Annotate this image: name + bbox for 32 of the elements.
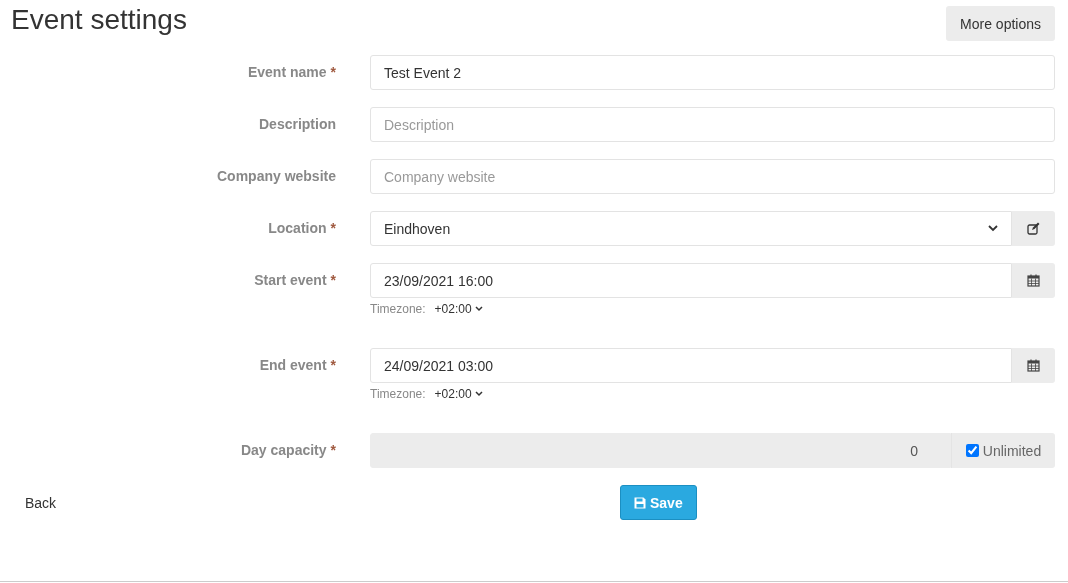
timezone-select[interactable]: +02:00 [434,302,483,316]
date-time-field[interactable]: 24/09/2021 03:00 [370,348,1012,383]
more-options-button[interactable]: More options [946,6,1055,41]
location-select[interactable]: Eindhoven [370,211,1012,246]
calendar-button[interactable] [1012,348,1055,383]
edit-icon [1027,222,1040,235]
edit-button[interactable] [1012,211,1055,246]
calendar-button[interactable] [1012,263,1055,298]
timezone-label: Timezone: [370,387,426,401]
chevron-down-icon [988,225,998,232]
text-field[interactable]: Description [370,107,1055,142]
chevron-down-icon [474,306,483,312]
field-label: Company website [216,168,336,184]
calendar-icon [1027,274,1040,287]
save-icon [634,496,646,509]
timezone-select[interactable]: +02:00 [434,387,483,401]
back-link[interactable]: Back [25,494,620,511]
field-label: Event name * [247,64,336,80]
timezone-label: Timezone: [370,302,426,316]
text-field[interactable]: Company website [370,159,1055,194]
field-label: Description [259,116,336,132]
unlimited-checkbox[interactable] [965,444,979,457]
checkbox-label: Unlimited [982,442,1042,459]
field-label: Location * [268,220,336,236]
field-label: Start event * [254,272,336,288]
calendar-icon [1027,359,1040,372]
text-field[interactable]: Test Event 2 [370,55,1055,90]
date-time-field[interactable]: 23/09/2021 16:00 [370,263,1012,298]
page-title: Event settings [11,4,187,36]
chevron-down-icon [474,391,483,397]
field-label: Day capacity * [240,442,336,458]
field-label: End event * [259,357,336,373]
